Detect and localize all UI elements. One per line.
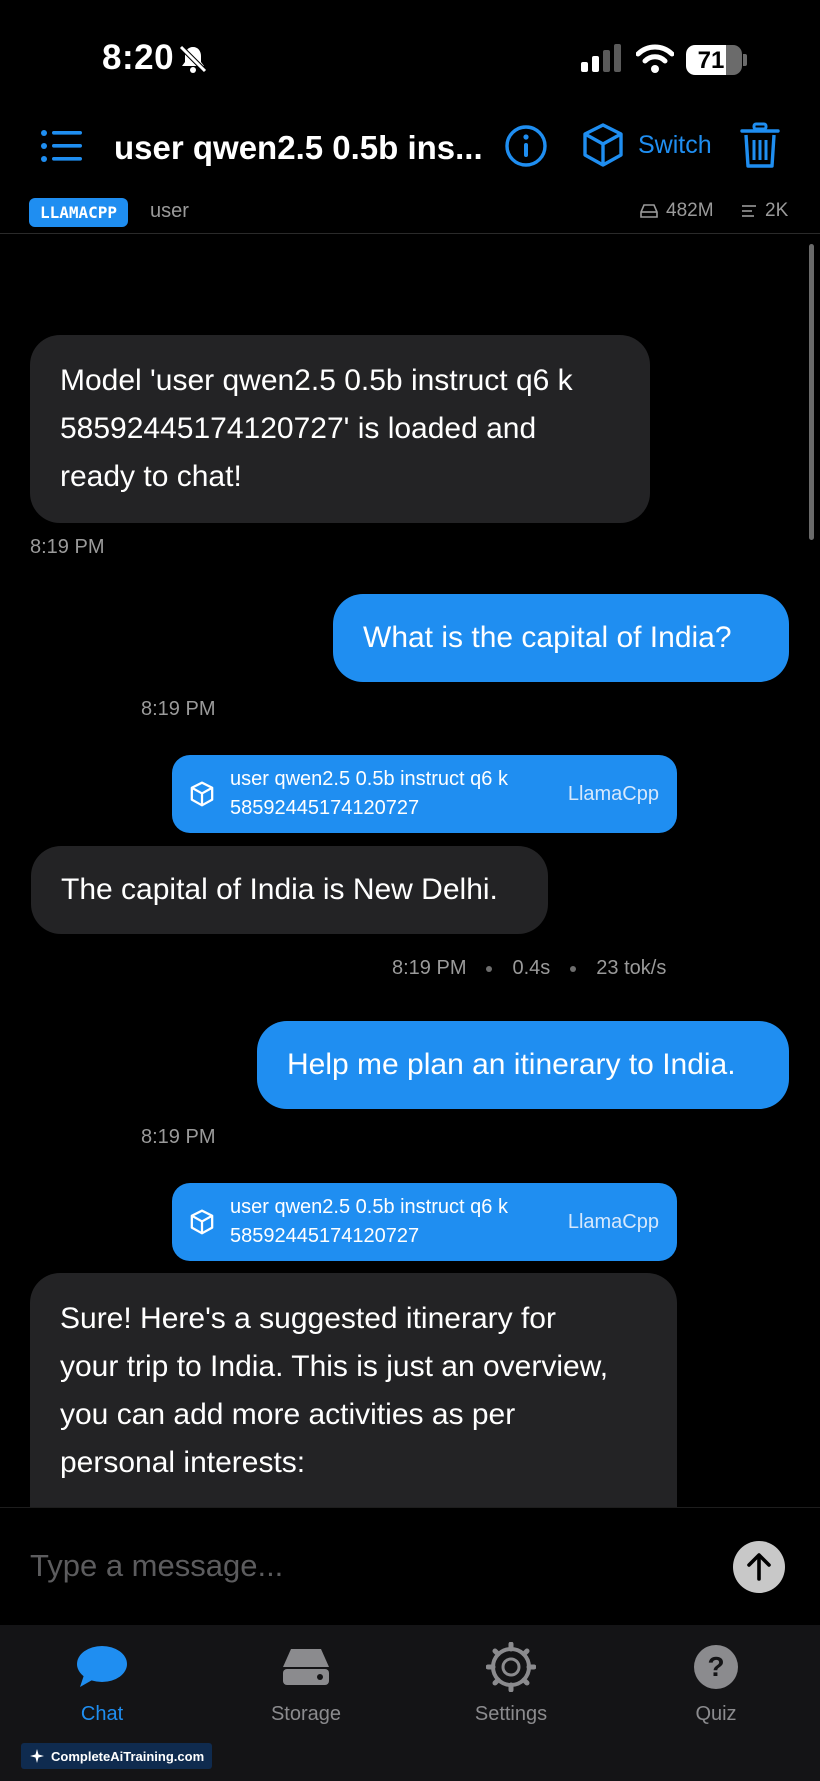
model-name-line: user qwen2.5 0.5b instruct q6 k [230, 1196, 508, 1218]
user-label: user [150, 200, 189, 222]
message-line: your trip to India. This is just an over… [60, 1350, 609, 1383]
message-line: Sure! Here's a suggested itinerary for [60, 1302, 556, 1335]
model-name-line: 58592445174120727 [230, 1225, 420, 1247]
tab-label: Chat [80, 1703, 124, 1725]
response-duration: 0.4s [512, 957, 551, 979]
watermark-text: CompleteAiTraining.com [51, 1748, 205, 1764]
list-icon [41, 130, 82, 162]
switch-label: Switch [638, 130, 712, 159]
model-name-line: 58592445174120727 [230, 797, 420, 819]
drive-icon [231, 1639, 381, 1695]
sparkle-icon [30, 1749, 44, 1763]
model-info-card[interactable]: user qwen2.5 0.5b instruct q6 k 58592445… [172, 1183, 677, 1261]
model-info-card[interactable]: user qwen2.5 0.5b instruct q6 k 58592445… [172, 755, 677, 833]
message-timestamp: 8:19 PM [392, 957, 467, 979]
tab-chat[interactable]: Chat [27, 1639, 177, 1726]
memory-stat: 482M [640, 200, 714, 222]
message-line: Model 'user qwen2.5 0.5b instruct q6 k [60, 364, 573, 397]
tab-storage[interactable]: Storage [231, 1639, 381, 1726]
tab-quiz[interactable]: ? Quiz [641, 1639, 791, 1726]
separator-dot [570, 965, 577, 972]
bell-off-icon [178, 44, 208, 79]
menu-button[interactable] [40, 128, 84, 169]
message-input[interactable] [30, 1542, 710, 1590]
message-line: you can add more activities as per [60, 1398, 516, 1431]
engine-badge: LLAMACPP [29, 198, 129, 227]
model-engine: LlamaCpp [567, 782, 659, 805]
cube-icon [583, 123, 623, 167]
gear-icon [436, 1639, 586, 1695]
message-meta: 8:19 PM 0.4s 23 tok/s [392, 957, 666, 980]
context-value: 2K [765, 200, 789, 221]
battery-cap [743, 54, 747, 66]
tab-label: Settings [474, 1703, 548, 1725]
tab-label: Storage [270, 1703, 342, 1725]
watermark: CompleteAiTraining.com [21, 1743, 213, 1769]
cube-icon [190, 1209, 214, 1235]
ai-message: The capital of India is New Delhi. [31, 846, 548, 934]
info-button[interactable] [504, 124, 548, 173]
status-bar: 8:20 71 [0, 0, 820, 110]
tab-settings[interactable]: Settings [436, 1639, 586, 1726]
message-timestamp: 8:19 PM [141, 1126, 216, 1148]
context-stat: 2K [741, 200, 788, 222]
cellular-signal-icon [581, 44, 621, 72]
model-title[interactable]: user qwen2.5 0.5b ins... [114, 129, 483, 167]
tokens-per-second: 23 tok/s [596, 957, 667, 979]
question-icon: ? [641, 1639, 791, 1695]
message-composer [0, 1507, 820, 1625]
wifi-icon [635, 44, 675, 79]
delete-chat-button[interactable] [740, 122, 780, 175]
trash-icon [740, 122, 780, 168]
message-timestamp: 8:19 PM [141, 698, 216, 720]
status-time: 8:20 [102, 38, 175, 77]
user-message: What is the capital of India? [333, 594, 789, 682]
model-info-strip: LLAMACPP user 482M 2K [0, 196, 820, 234]
separator-dot [486, 965, 493, 972]
message-line: ready to chat! [60, 460, 242, 493]
model-engine: LlamaCpp [567, 1210, 659, 1233]
user-message: Help me plan an itinerary to India. [257, 1021, 789, 1109]
message-line: personal interests: [60, 1446, 306, 1479]
chat-header: user qwen2.5 0.5b ins... Switch [0, 110, 820, 186]
arrow-up-icon [747, 1553, 771, 1581]
ai-message: Model 'user qwen2.5 0.5b instruct q6 k 5… [30, 335, 650, 523]
send-button[interactable] [733, 1541, 785, 1593]
chat-bubble-icon [27, 1639, 177, 1695]
battery-icon: 71 [686, 45, 742, 75]
lines-icon [742, 205, 756, 217]
model-name: user qwen2.5 0.5b instruct q6 k 58592445… [230, 1193, 560, 1251]
battery-level: 71 [697, 47, 725, 74]
svg-text:?: ? [707, 1651, 724, 1682]
message-timestamp: 8:19 PM [30, 536, 105, 558]
info-icon [505, 125, 547, 167]
model-name-line: user qwen2.5 0.5b instruct q6 k [230, 768, 508, 790]
model-name: user qwen2.5 0.5b instruct q6 k 58592445… [230, 765, 560, 823]
scrollbar[interactable] [809, 244, 814, 540]
ai-message: Sure! Here's a suggested itinerary for y… [30, 1273, 677, 1533]
tab-label: Quiz [695, 1703, 737, 1725]
switch-model-button[interactable]: Switch [582, 122, 712, 168]
memory-value: 482M [666, 200, 714, 221]
cube-icon [190, 781, 214, 807]
drive-icon [640, 204, 658, 218]
message-line: 58592445174120727' is loaded and [60, 412, 537, 445]
